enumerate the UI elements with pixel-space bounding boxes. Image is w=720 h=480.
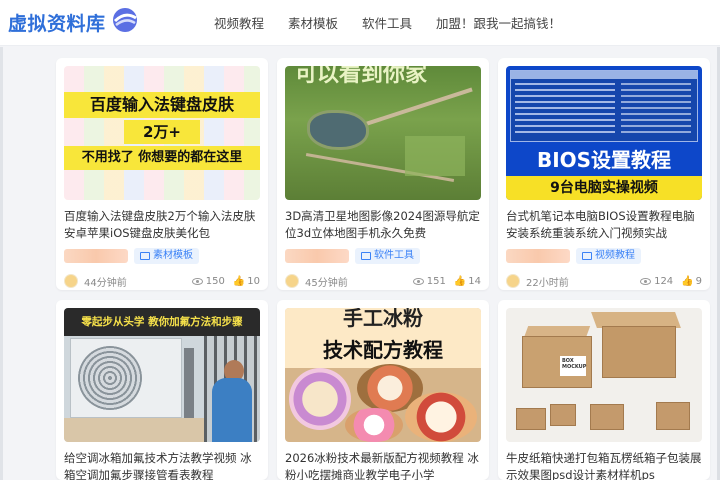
- nav-item-join[interactable]: 加盟！跟我一起搞钱！: [436, 13, 561, 32]
- view-count: 150: [191, 275, 225, 287]
- tag-row: 软件工具: [285, 248, 420, 264]
- main-nav: 视频教程 素材模板 软件工具 加盟！跟我一起搞钱！: [214, 13, 585, 32]
- view-count-value: 150: [205, 275, 225, 287]
- like-count-value: 10: [247, 275, 260, 287]
- like-count[interactable]: 👍 9: [681, 276, 702, 287]
- left-edge: [0, 47, 3, 480]
- card-meta: 45分钟前 151 👍 14: [285, 273, 481, 289]
- thumbnail-box: [550, 404, 576, 426]
- folder-icon: [361, 252, 371, 260]
- folder-icon: [582, 252, 592, 260]
- tag-row: 视频教程: [506, 248, 641, 264]
- category-tag[interactable]: 软件工具: [355, 248, 420, 264]
- thumbnail-field: [405, 136, 465, 176]
- card-title[interactable]: 台式机笔记本电脑BIOS设置教程电脑安装系统重装系统入门视频实战: [506, 208, 704, 242]
- tag-row: 素材模板: [64, 248, 199, 264]
- view-count: 124: [640, 276, 673, 287]
- category-tag-label: 软件工具: [374, 250, 414, 261]
- view-count-value: 151: [426, 275, 446, 287]
- thumbnail-pond: [307, 110, 369, 150]
- post-time: 45分钟前: [305, 277, 348, 289]
- card-title[interactable]: 3D高清卫星地图影像2024图源导航定位3d立体地图手机永久免费: [285, 208, 483, 242]
- logo-swirl-icon: [110, 7, 140, 37]
- card-thumbnail[interactable]: 零起步从头学 教你加氟方法和步骤: [64, 308, 260, 442]
- thumbnail-box: [590, 404, 624, 430]
- thumbnail-headline: 手工冰粉: [343, 308, 423, 330]
- post-card[interactable]: BOX MOCKUP 牛皮纸箱快递打包箱瓦楞纸箱子包装展示效果图psd设计素材样…: [498, 300, 710, 480]
- post-time: 22小时前: [526, 277, 569, 289]
- author-avatar[interactable]: [285, 274, 299, 288]
- folder-icon: [140, 252, 150, 260]
- thumbnail-box-label: BOX MOCKUP: [560, 356, 586, 376]
- post-card[interactable]: 零起步从头学 教你加氟方法和步骤 给空调冰箱加氟技术方法教学视频 冰箱空调加氟步…: [56, 300, 268, 480]
- thumbnail-bowl: [289, 368, 351, 430]
- author-avatar[interactable]: [64, 274, 78, 288]
- like-count[interactable]: 👍 10: [233, 276, 260, 287]
- thumbnail-headline: 百度输入法键盘皮肤: [64, 92, 260, 118]
- category-tag-label: 视频教程: [595, 250, 635, 261]
- thumbs-up-icon: 👍: [681, 275, 694, 287]
- eye-icon: [191, 277, 203, 285]
- card-title[interactable]: 牛皮纸箱快递打包箱瓦楞纸箱子包装展示效果图psd设计素材样机ps: [506, 450, 704, 480]
- category-tag[interactable]: 素材模板: [134, 248, 199, 264]
- thumbnail-headline: 零起步从头学 教你加氟方法和步骤: [64, 308, 260, 336]
- thumbnail-road: [357, 87, 473, 129]
- nav-item-video-tutorials[interactable]: 视频教程: [214, 13, 264, 32]
- post-card[interactable]: 百度输入法键盘皮肤 2万+ 不用找了 你想要的都在这里 百度输入法键盘皮肤2万个…: [56, 58, 268, 290]
- thumbnail-headline: 可以看到你家: [295, 66, 428, 87]
- nav-item-templates[interactable]: 素材模板: [288, 13, 338, 32]
- thumbnail-box: [602, 326, 676, 378]
- post-card[interactable]: BIOS设置教程 9台电脑实操视频 台式机笔记本电脑BIOS设置教程电脑安装系统…: [498, 58, 710, 290]
- category-tag-label: 素材模板: [153, 250, 193, 261]
- nav-item-software[interactable]: 软件工具: [362, 13, 412, 32]
- like-count-value: 9: [695, 275, 702, 287]
- eye-icon: [412, 277, 424, 285]
- eye-icon: [640, 277, 652, 285]
- thumbs-up-icon: 👍: [453, 275, 467, 287]
- post-card[interactable]: 可以看到你家 3D高清卫星地图影像2024图源导航定位3d立体地图手机永久免费 …: [277, 58, 489, 290]
- thumbnail-bios-screen: [510, 70, 698, 142]
- thumbnail-fan: [78, 346, 142, 410]
- author-avatar[interactable]: [506, 274, 520, 288]
- post-card[interactable]: 手工冰粉 技术配方教程 2026冰粉技术最新版配方视频教程 冰粉小吃摆摊商业教学…: [277, 300, 489, 480]
- thumbnail-box: [656, 402, 690, 430]
- thumbnail-wall: [64, 418, 204, 442]
- thumbs-up-icon: 👍: [232, 275, 246, 287]
- like-count-value: 14: [468, 275, 481, 287]
- thumbnail-bowl: [345, 408, 403, 442]
- card-meta: 22小时前 124 👍 9: [506, 273, 702, 289]
- card-thumbnail[interactable]: 百度输入法键盘皮肤 2万+ 不用找了 你想要的都在这里: [64, 66, 260, 200]
- thumbnail-bowl: [405, 392, 477, 442]
- site-logo[interactable]: 虚拟资料库: [8, 7, 140, 37]
- view-count: 151: [412, 275, 446, 287]
- category-tag[interactable]: 视频教程: [576, 248, 641, 264]
- card-title[interactable]: 2026冰粉技术最新版配方视频教程 冰粉小吃摆摊商业教学电子小学: [285, 450, 483, 480]
- thumbnail-headline: BIOS设置教程: [536, 148, 672, 172]
- thumbnail-count: 2万+: [124, 120, 200, 144]
- blurred-label: [506, 249, 570, 263]
- like-count[interactable]: 👍 14: [454, 276, 481, 287]
- thumbnail-technician: [212, 378, 252, 442]
- top-header: 虚拟资料库 视频教程 素材模板 软件工具 加盟！跟我一起搞钱！: [0, 0, 720, 46]
- card-thumbnail[interactable]: 手工冰粉 技术配方教程: [285, 308, 481, 442]
- thumbnail-box: [516, 408, 546, 430]
- thumbnail-pipes: [184, 348, 194, 428]
- card-title[interactable]: 百度输入法键盘皮肤2万个输入法皮肤安卓苹果iOS键盘皮肤美化包: [64, 208, 262, 242]
- card-thumbnail[interactable]: BOX MOCKUP: [506, 308, 702, 442]
- card-title[interactable]: 给空调冰箱加氟技术方法教学视频 冰箱空调加氟步骤接管看表教程: [64, 450, 262, 480]
- blurred-label: [285, 249, 349, 263]
- thumbnail-subline: 不用找了 你想要的都在这里: [64, 146, 260, 170]
- thumbnail-subline: 9台电脑实操视频: [506, 176, 702, 200]
- thumbnail-subline: 技术配方教程: [323, 338, 443, 362]
- card-thumbnail[interactable]: BIOS设置教程 9台电脑实操视频: [506, 66, 702, 200]
- post-time: 44分钟前: [84, 277, 127, 289]
- card-thumbnail[interactable]: 可以看到你家: [285, 66, 481, 200]
- logo-text: 虚拟资料库: [8, 12, 106, 35]
- blurred-label: [64, 249, 128, 263]
- card-meta: 44分钟前 150 👍 10: [64, 273, 260, 289]
- view-count-value: 124: [654, 275, 674, 287]
